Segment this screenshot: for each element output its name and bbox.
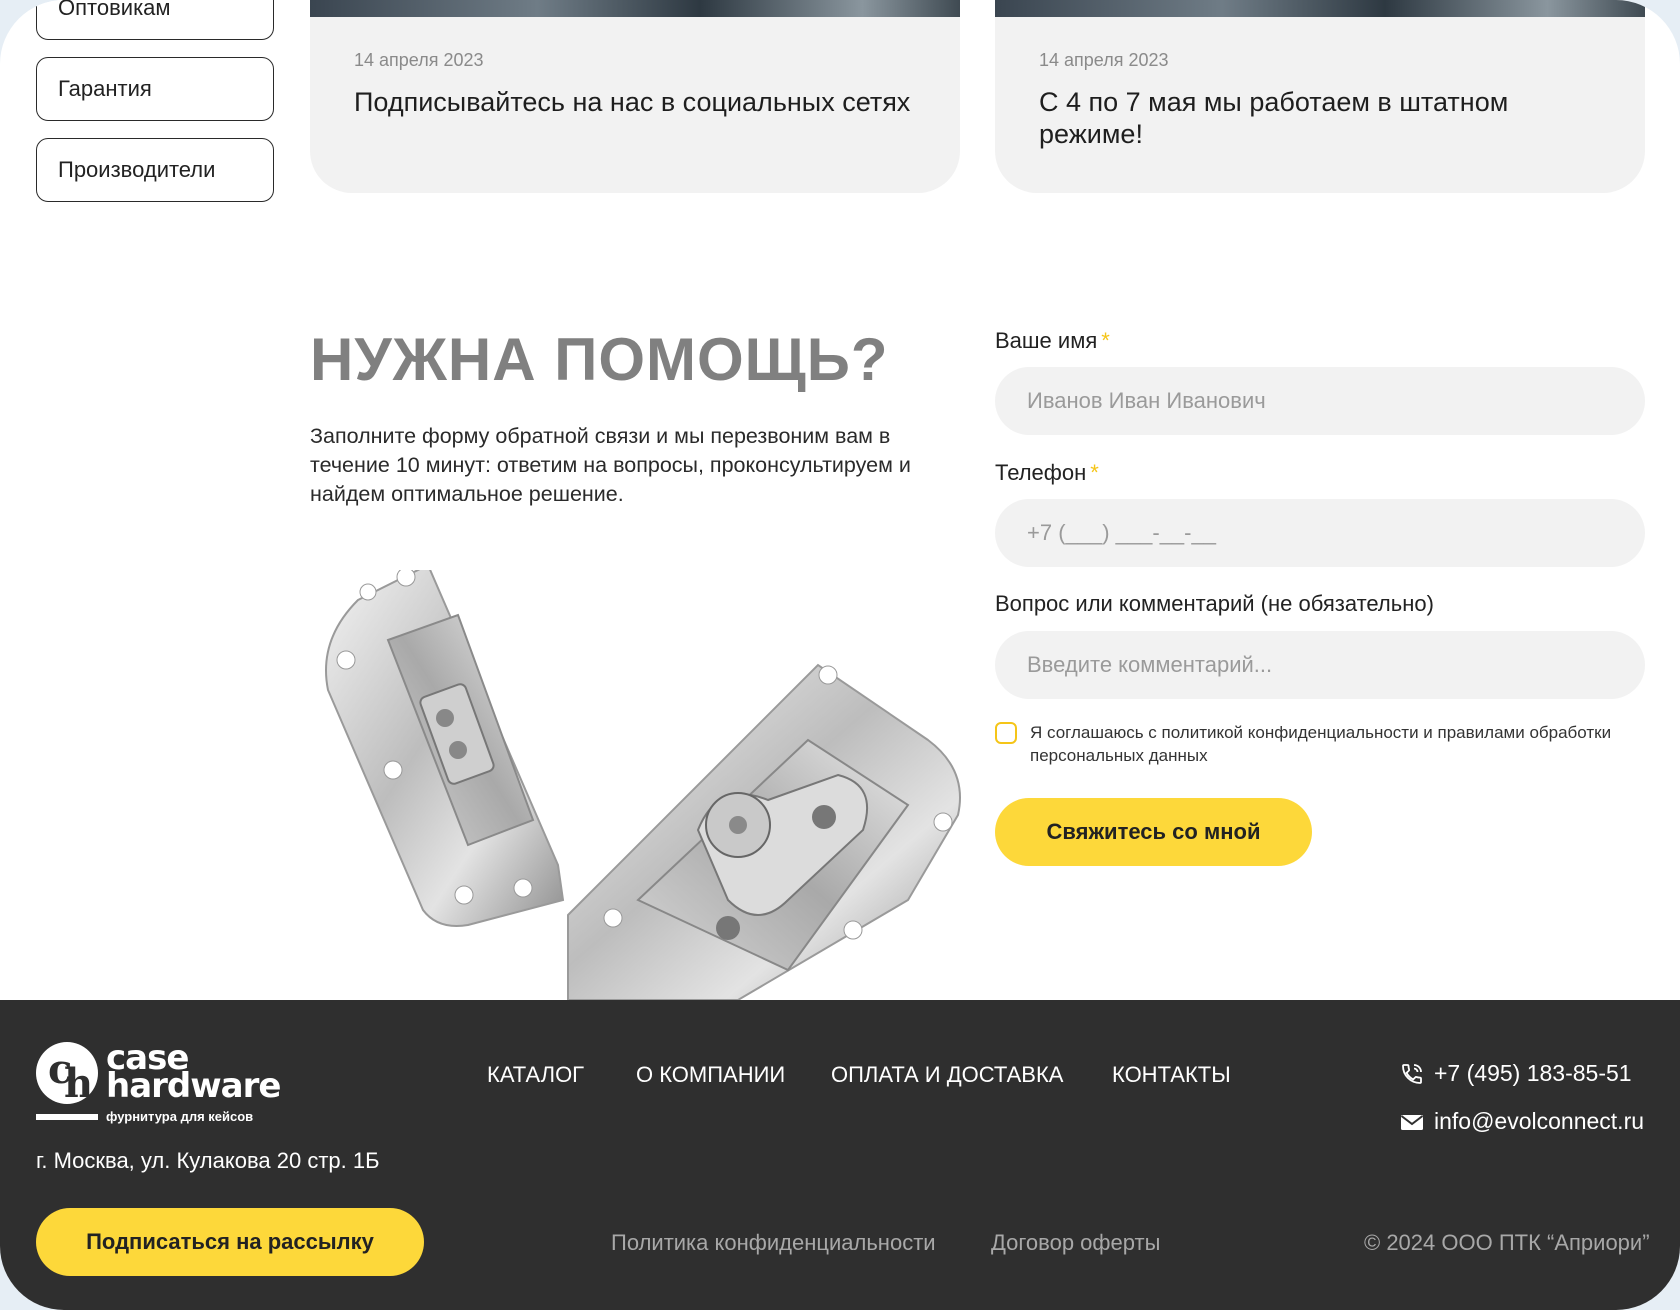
comment-label: Вопрос или комментарий (не обязательно) — [995, 591, 1434, 616]
required-mark: * — [1101, 328, 1110, 353]
phone-label-text: Телефон — [995, 460, 1087, 485]
consent-checkbox[interactable] — [995, 722, 1017, 744]
help-heading: НУЖНА ПОМОЩЬ? — [310, 326, 889, 393]
copyright: © 2024 ООО ПТК “Априори” — [1364, 1230, 1650, 1255]
required-mark: * — [1090, 460, 1099, 485]
sidebar-item-warranty[interactable]: Гарантия — [36, 57, 274, 121]
sidebar-item-label: Производители — [58, 157, 216, 182]
consent-text: Я соглашаюсь с политикой конфиденциально… — [1030, 723, 1612, 765]
news-date: 14 апреля 2023 — [354, 50, 484, 70]
footer-nav-about[interactable]: О КОМПАНИИ — [636, 1062, 785, 1088]
footer: c h case hardware фурнитура для кейсов г… — [0, 1000, 1680, 1310]
mail-icon — [1400, 1114, 1424, 1130]
phone-input[interactable] — [995, 499, 1645, 567]
news-card[interactable]: 14 апреля 2023 Подписывайтесь на нас в с… — [310, 0, 960, 193]
footer-nav-catalog[interactable]: КАТАЛОГ — [487, 1062, 584, 1088]
phone-icon — [1402, 1063, 1422, 1084]
footer-phone[interactable]: +7 (495) 183-85-51 — [1400, 1060, 1632, 1087]
privacy-policy-link[interactable]: Политика конфиденциальности — [611, 1230, 936, 1256]
page: Оптовикам Гарантия Производители 14 апре… — [0, 0, 1680, 1310]
contact-me-button[interactable]: Свяжитесь со мной — [995, 798, 1312, 866]
subscribe-button[interactable]: Подписаться на рассылку — [36, 1208, 424, 1276]
news-title[interactable]: Подписывайтесь на нас в социальных сетях — [354, 86, 914, 118]
news-image — [310, 0, 960, 17]
phone-label: Телефон * — [995, 460, 1099, 486]
sidebar-item-wholesale[interactable]: Оптовикам — [36, 0, 274, 40]
footer-nav-payment-delivery[interactable]: ОПЛАТА И ДОСТАВКА — [831, 1062, 1063, 1088]
footer-nav-contacts[interactable]: КОНТАКТЫ — [1112, 1062, 1231, 1088]
case-latch-image — [325, 570, 961, 1000]
logo-mark: c h — [36, 1042, 98, 1107]
logo[interactable]: c h case hardware фурнитура для кейсов — [36, 1038, 281, 1124]
sidebar-item-manufacturers[interactable]: Производители — [36, 138, 274, 202]
offer-agreement-link[interactable]: Договор оферты — [991, 1230, 1160, 1256]
logo-tagline: фурнитура для кейсов — [106, 1109, 254, 1124]
news-card[interactable]: 14 апреля 2023 С 4 по 7 мая мы работаем … — [995, 0, 1645, 193]
email-address: info@evolconnect.ru — [1434, 1108, 1645, 1134]
logo-word-hardware: hardware — [106, 1066, 281, 1106]
phone-number: +7 (495) 183-85-51 — [1434, 1060, 1632, 1086]
address: г. Москва, ул. Кулакова 20 стр. 1Б — [36, 1148, 380, 1173]
name-label-text: Ваше имя — [995, 328, 1098, 353]
sidebar-item-label: Гарантия — [58, 76, 152, 101]
name-label: Ваше имя * — [995, 328, 1110, 354]
footer-email[interactable]: info@evolconnect.ru — [1400, 1108, 1644, 1135]
help-description: Заполните форму обратной связи и мы пере… — [310, 424, 911, 506]
news-title[interactable]: С 4 по 7 мая мы работаем в штатном режим… — [1039, 86, 1599, 150]
news-image — [995, 0, 1645, 17]
news-date: 14 апреля 2023 — [1039, 50, 1169, 70]
comment-input[interactable] — [995, 631, 1645, 699]
logo-underline — [36, 1114, 98, 1120]
sidebar-item-label: Оптовикам — [58, 0, 171, 20]
name-input[interactable] — [995, 367, 1645, 435]
